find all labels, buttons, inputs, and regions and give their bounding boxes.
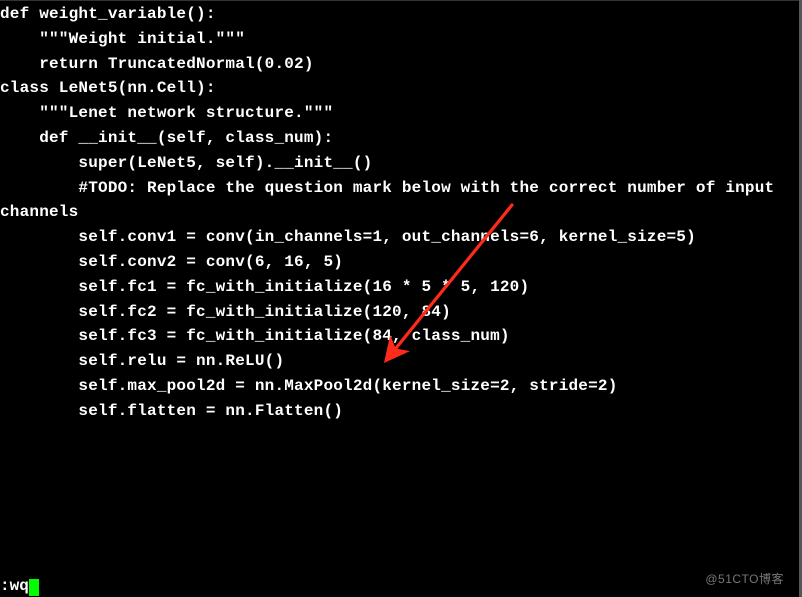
code-line: super(LeNet5, self).__init__() [0, 151, 802, 176]
code-line: return TruncatedNormal(0.02) [0, 52, 802, 77]
code-line: self.max_pool2d = nn.MaxPool2d(kernel_si… [0, 374, 802, 399]
cursor [29, 579, 39, 596]
code-line: self.fc3 = fc_with_initialize(84, class_… [0, 324, 802, 349]
code-line: """Lenet network structure.""" [0, 101, 802, 126]
vim-command-text: :wq [0, 577, 29, 596]
code-line: class LeNet5(nn.Cell): [0, 76, 802, 101]
vim-command-bar[interactable]: :wq [0, 577, 802, 597]
code-block: def weight_variable(): """Weight initial… [0, 2, 802, 424]
watermark: @51CTO博客 [705, 570, 784, 587]
code-line: self.conv2 = conv(6, 16, 5) [0, 250, 802, 275]
code-line: """Weight initial.""" [0, 27, 802, 52]
code-line: #TODO: Replace the question mark below w… [0, 176, 802, 201]
code-line: self.conv1 = conv(in_channels=1, out_cha… [0, 225, 802, 250]
code-line: self.fc2 = fc_with_initialize(120, 84) [0, 300, 802, 325]
code-line: def weight_variable(): [0, 2, 802, 27]
code-line: self.flatten = nn.Flatten() [0, 399, 802, 424]
code-line: self.relu = nn.ReLU() [0, 349, 802, 374]
code-line: channels [0, 200, 802, 225]
code-line: self.fc1 = fc_with_initialize(16 * 5 * 5… [0, 275, 802, 300]
code-line: def __init__(self, class_num): [0, 126, 802, 151]
terminal-viewport[interactable]: def weight_variable(): """Weight initial… [0, 0, 802, 597]
